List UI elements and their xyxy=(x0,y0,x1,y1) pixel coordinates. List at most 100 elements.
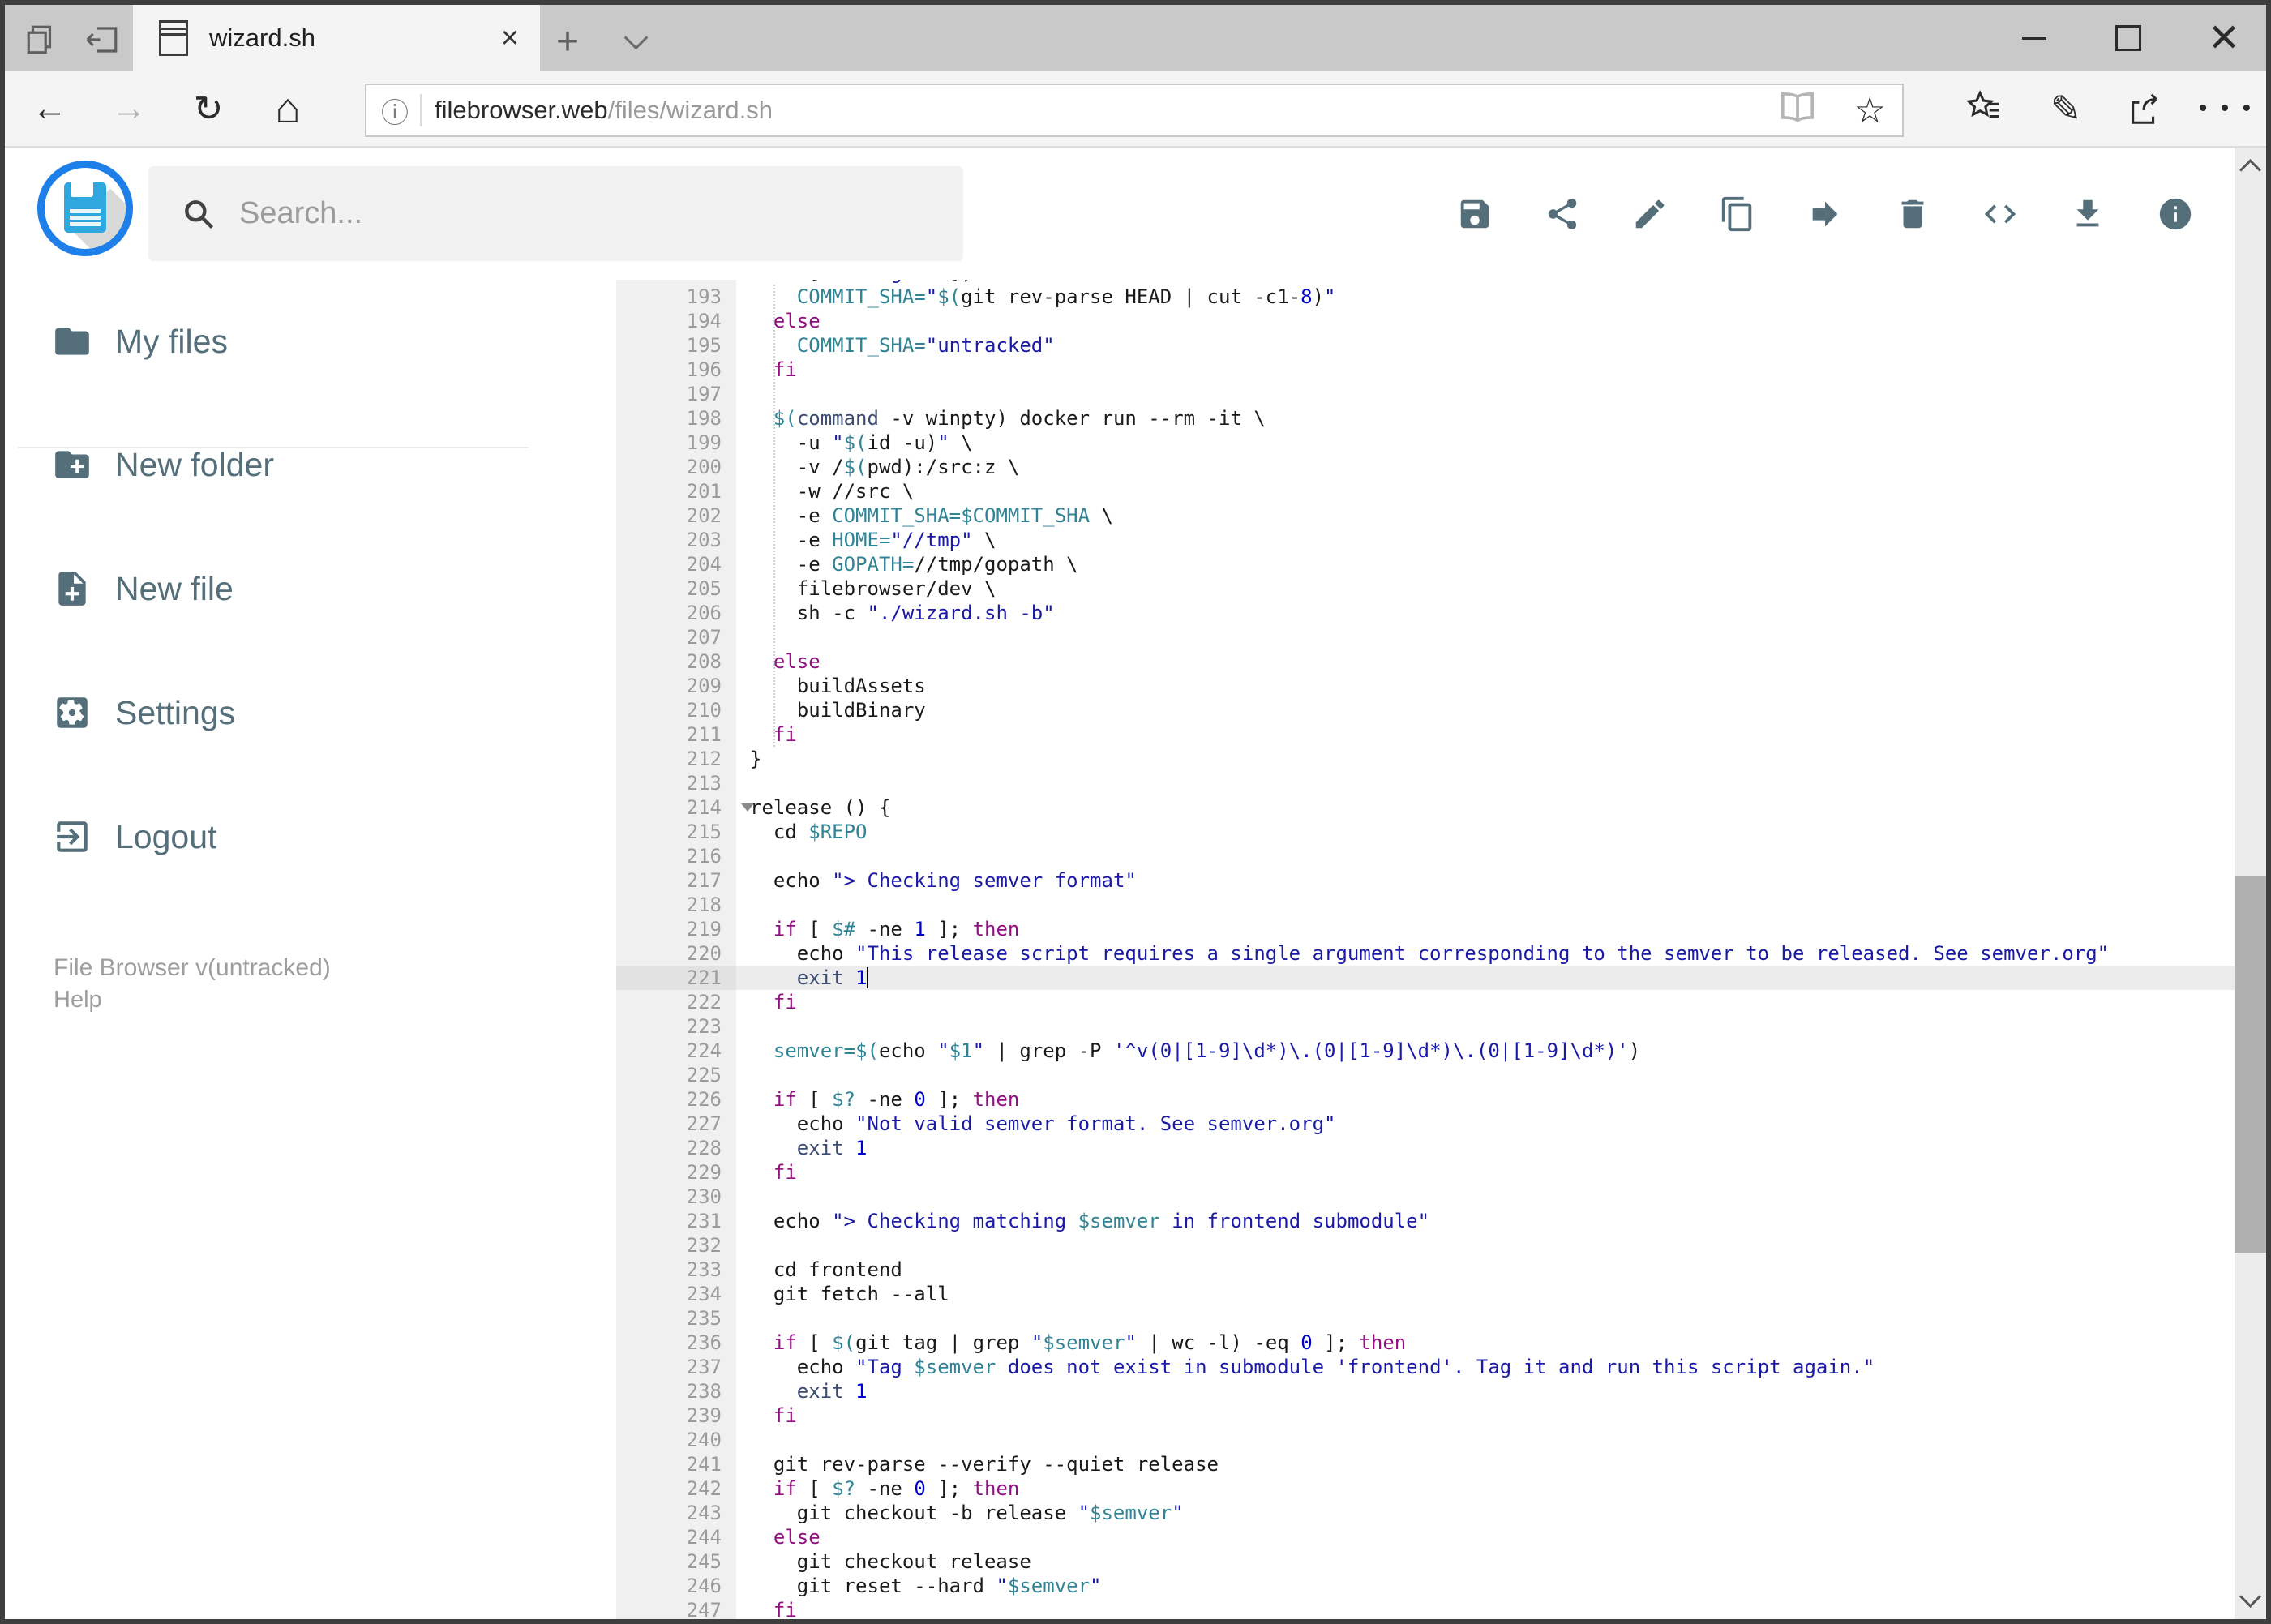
code-line[interactable]: git rev-parse --verify --quiet release xyxy=(736,1452,2235,1476)
code-line[interactable]: -v /$(pwd):/src:z \ xyxy=(736,455,2235,479)
back-icon[interactable]: ← xyxy=(21,71,78,146)
code-line[interactable]: git fetch --all xyxy=(736,1282,2235,1306)
copy-icon[interactable] xyxy=(1719,195,1756,233)
code-line[interactable]: cd frontend xyxy=(736,1258,2235,1282)
more-icon[interactable]: • • • xyxy=(2194,71,2259,146)
code-line[interactable] xyxy=(736,1428,2235,1452)
code-line[interactable]: -u "$(id -u)" \ xyxy=(736,431,2235,455)
code-line[interactable] xyxy=(736,844,2235,868)
code-line[interactable]: sh -c "./wizard.sh -b" xyxy=(736,601,2235,625)
code-line[interactable]: echo "Not valid semver format. See semve… xyxy=(736,1112,2235,1136)
code-line[interactable]: fi xyxy=(736,990,2235,1014)
code-line[interactable]: fi xyxy=(736,1598,2235,1619)
code-line[interactable]: release () { xyxy=(736,795,2235,820)
window-close-button[interactable]: ✕ xyxy=(2187,5,2260,71)
sidebar-item-settings[interactable]: Settings xyxy=(5,674,572,752)
code-line[interactable]: exit 1 xyxy=(736,1136,2235,1160)
favorites-hub-icon[interactable] xyxy=(1951,71,2016,146)
code-line[interactable]: buildBinary xyxy=(736,698,2235,722)
set-tabs-aside-icon[interactable] xyxy=(86,23,120,61)
move-icon[interactable] xyxy=(1806,195,1844,233)
code-line[interactable]: if [ $# -ne 1 ]; then xyxy=(736,917,2235,941)
code-line[interactable]: echo "> Checking semver format" xyxy=(736,868,2235,893)
code-line[interactable]: -e GOPATH=//tmp/gopath \ xyxy=(736,552,2235,576)
code-line[interactable] xyxy=(736,382,2235,406)
code-line[interactable] xyxy=(736,1014,2235,1039)
tab-close-icon[interactable]: × xyxy=(501,21,519,56)
forward-icon[interactable]: → xyxy=(101,71,157,146)
scroll-down-icon[interactable] xyxy=(2239,1586,2261,1608)
code-line[interactable]: -e HOME="//tmp" \ xyxy=(736,528,2235,552)
download-icon[interactable] xyxy=(2069,195,2106,233)
code-line[interactable] xyxy=(736,893,2235,917)
code-line[interactable]: fi xyxy=(736,1160,2235,1185)
code-line[interactable]: git checkout -b release "$semver" xyxy=(736,1501,2235,1525)
home-icon[interactable]: ⌂ xyxy=(259,71,316,146)
code-line[interactable]: filebrowser/dev \ xyxy=(736,576,2235,601)
tab-preview-icon[interactable] xyxy=(24,23,58,61)
code-line[interactable]: semver=$(echo "$1" | grep -P '^v(0|[1-9]… xyxy=(736,1039,2235,1063)
sidebar-item-logout[interactable]: Logout xyxy=(5,798,572,876)
code-line[interactable]: fi xyxy=(736,722,2235,747)
code-line[interactable]: COMMIT_SHA="untracked" xyxy=(736,333,2235,358)
annotate-icon[interactable]: ✎ xyxy=(2033,71,2098,146)
browser-tab-wizard[interactable]: wizard.sh × xyxy=(133,5,540,71)
help-link[interactable]: Help xyxy=(54,987,102,1013)
code-line[interactable] xyxy=(736,1063,2235,1087)
gutter-line-number: 224 xyxy=(686,1039,722,1062)
code-line[interactable] xyxy=(736,1185,2235,1209)
share-icon[interactable] xyxy=(2113,71,2178,146)
code-line[interactable] xyxy=(736,771,2235,795)
url-field[interactable]: ⓘ filebrowser.web/files/wizard.sh ☆ xyxy=(365,84,1904,137)
tab-list-chevron-icon[interactable] xyxy=(623,25,649,50)
code-line[interactable]: fi xyxy=(736,358,2235,382)
code-line[interactable]: git reset --hard "$semver" xyxy=(736,1574,2235,1598)
code-line[interactable]: echo "Tag $semver does not exist in subm… xyxy=(736,1355,2235,1379)
search-box[interactable] xyxy=(148,166,963,261)
code-line[interactable]: cd $REPO xyxy=(736,820,2235,844)
scrollbar-thumb[interactable] xyxy=(2235,876,2266,1253)
code-line[interactable] xyxy=(736,625,2235,649)
reading-view-icon[interactable] xyxy=(1780,92,1815,129)
share-icon[interactable] xyxy=(1544,195,1581,233)
code-line[interactable]: echo "This release script requires a sin… xyxy=(736,941,2235,966)
code-line[interactable]: echo "> Checking matching $semver in fro… xyxy=(736,1209,2235,1233)
code-line[interactable]: COMMIT_SHA="$(git rev-parse HEAD | cut -… xyxy=(736,285,2235,309)
code-icon[interactable] xyxy=(1982,195,2019,233)
search-input[interactable] xyxy=(238,195,889,232)
scroll-up-icon[interactable] xyxy=(2239,159,2261,181)
code-line[interactable]: if [ $? -ne 0 ]; then xyxy=(736,1087,2235,1112)
code-line[interactable]: exit 1 xyxy=(736,966,2235,990)
page-scrollbar[interactable] xyxy=(2235,148,2266,1619)
window-maximize-button[interactable] xyxy=(2092,5,2165,71)
code-line[interactable]: else xyxy=(736,649,2235,674)
code-line[interactable]: $(command -v winpty) docker run --rm -it… xyxy=(736,406,2235,431)
code-line[interactable]: buildAssets xyxy=(736,674,2235,698)
code-editor[interactable]: 1921931941951961971981992002012022032042… xyxy=(616,280,2235,1619)
refresh-icon[interactable]: ↻ xyxy=(180,71,237,146)
sidebar-item-my-files[interactable]: My files xyxy=(5,302,572,380)
delete-icon[interactable] xyxy=(1894,195,1931,233)
code-line[interactable]: if [ $(git tag | grep "$semver" | wc -l)… xyxy=(736,1330,2235,1355)
new-tab-button[interactable]: + xyxy=(556,19,579,64)
filebrowser-logo-icon[interactable] xyxy=(37,161,133,256)
code-line[interactable]: if [ $? -ne 0 ]; then xyxy=(736,1476,2235,1501)
code-line[interactable]: else xyxy=(736,309,2235,333)
info-icon[interactable] xyxy=(2157,195,2194,233)
sidebar-item-new-file[interactable]: New file xyxy=(5,550,572,628)
code-line[interactable]: exit 1 xyxy=(736,1379,2235,1403)
code-line[interactable]: fi xyxy=(736,1403,2235,1428)
code-line[interactable] xyxy=(736,1233,2235,1258)
code-line[interactable]: -e COMMIT_SHA=$COMMIT_SHA \ xyxy=(736,503,2235,528)
code-line[interactable] xyxy=(736,1306,2235,1330)
code-line[interactable]: -w //src \ xyxy=(736,479,2235,503)
sidebar-item-new-folder[interactable]: New folder xyxy=(5,426,572,503)
code-line[interactable]: git checkout release xyxy=(736,1549,2235,1574)
site-info-icon[interactable]: ⓘ xyxy=(381,91,409,131)
code-line[interactable]: } xyxy=(736,747,2235,771)
code-line[interactable]: else xyxy=(736,1525,2235,1549)
edit-icon[interactable] xyxy=(1631,195,1669,233)
window-minimize-button[interactable] xyxy=(1998,5,2071,71)
save-icon[interactable] xyxy=(1456,195,1493,233)
favorite-star-icon[interactable]: ☆ xyxy=(1854,90,1886,131)
